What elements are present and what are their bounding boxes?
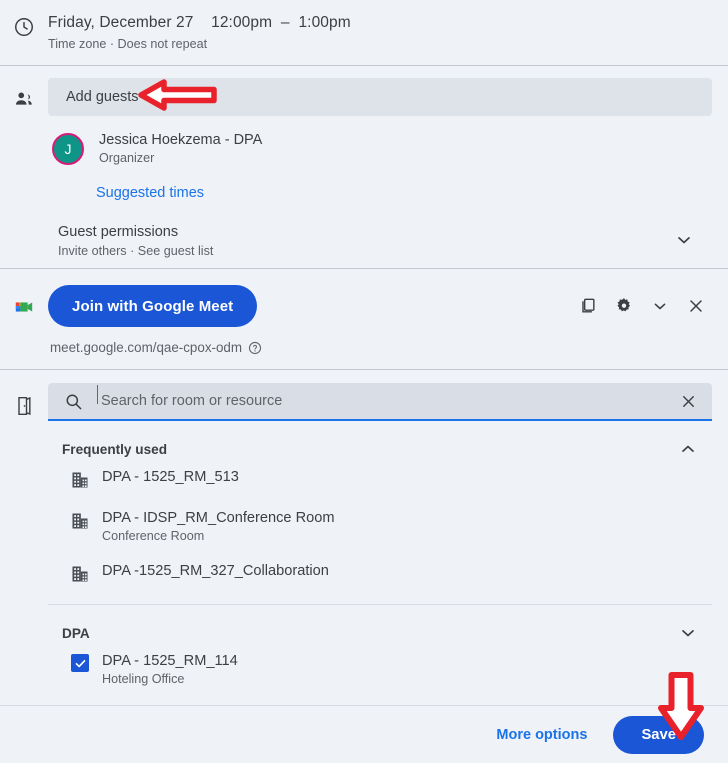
avatar: J (52, 132, 84, 165)
clock-icon (13, 16, 35, 51)
copy-icon[interactable] (578, 296, 598, 316)
group-header-frequently-used[interactable]: Frequently used (48, 421, 712, 459)
room-list-item[interactable]: DPA -1525_RM_327_Collaboration (48, 553, 712, 594)
building-icon (58, 510, 102, 531)
door-icon (14, 395, 34, 696)
meet-top-row: Join with Google Meet (48, 285, 714, 327)
guests-section: Add guests J Jessica Hoekzema - DPA Orga… (0, 66, 728, 268)
room-list-item[interactable]: DPA - 1525_RM_114 Hoteling Office (48, 643, 712, 696)
door-icon-gutter (0, 383, 48, 696)
join-google-meet-button[interactable]: Join with Google Meet (48, 285, 258, 327)
room-text: DPA - 1525_RM_114 Hoteling Office (102, 653, 238, 686)
room-name: DPA -1525_RM_327_Collaboration (102, 563, 329, 579)
group-title: DPA (62, 625, 90, 641)
chevron-down-icon[interactable] (650, 296, 670, 316)
add-guests-placeholder: Add guests (66, 89, 139, 105)
room-text: DPA - IDSP_RM_Conference Room Conference… (102, 510, 335, 543)
room-name: DPA - 1525_RM_513 (102, 469, 239, 485)
room-checkbox[interactable] (71, 654, 89, 672)
room-subtitle: Conference Room (102, 529, 205, 543)
search-input[interactable]: Search for room or resource (97, 385, 679, 409)
organizer-row[interactable]: J Jessica Hoekzema - DPA Organizer (48, 132, 712, 165)
add-guests-input[interactable]: Add guests (48, 78, 712, 116)
room-search-field[interactable]: Search for room or resource (48, 383, 712, 421)
chevron-up-icon[interactable] (678, 439, 698, 459)
event-editor-panel: Friday, December 27 12:00pm – 1:00pm Tim… (0, 0, 728, 763)
guest-permissions-title: Guest permissions (58, 224, 179, 240)
close-icon[interactable] (686, 296, 706, 316)
people-icon (13, 88, 35, 258)
suggested-times-link[interactable]: Suggested times (96, 185, 204, 201)
guest-permissions-subtitle: Invite others · See guest list (58, 244, 214, 258)
meet-actions (578, 296, 714, 316)
building-icon (58, 469, 102, 490)
organizer-text: Jessica Hoekzema - DPA Organizer (99, 132, 262, 165)
meet-icon-gutter (0, 285, 48, 355)
event-time-subtitle[interactable]: Time zone · Does not repeat (48, 37, 351, 51)
room-text: DPA -1525_RM_327_Collaboration (102, 563, 329, 579)
building-icon (58, 563, 102, 584)
event-datetime[interactable]: Friday, December 27 12:00pm – 1:00pm (48, 14, 351, 32)
people-icon-gutter (0, 78, 48, 258)
group-title: Frequently used (62, 441, 167, 457)
guest-permissions-text: Guest permissions Invite others · See gu… (58, 224, 213, 258)
search-icon (64, 392, 83, 411)
guests-body: Add guests J Jessica Hoekzema - DPA Orga… (48, 78, 728, 258)
save-button[interactable]: Save (613, 715, 704, 754)
google-meet-icon (13, 297, 35, 355)
room-list-item[interactable]: DPA - 1525_RM_513 (48, 459, 712, 500)
meet-link-text: meet.google.com/qae-cpox-odm (50, 340, 243, 355)
help-circle-icon[interactable] (248, 341, 262, 355)
room-name: DPA - 1525_RM_114 (102, 653, 238, 669)
room-section: Search for room or resource Frequently u… (0, 370, 728, 696)
room-name: DPA - IDSP_RM_Conference Room (102, 510, 335, 526)
text-caret (97, 385, 98, 404)
more-options-button[interactable]: More options (496, 727, 587, 743)
clear-search-icon[interactable] (679, 392, 698, 411)
clock-icon-gutter (0, 14, 48, 51)
organizer-name: Jessica Hoekzema - DPA (99, 132, 263, 148)
organizer-role: Organizer (99, 151, 155, 165)
time-section: Friday, December 27 12:00pm – 1:00pm Tim… (0, 0, 728, 65)
meet-section: Join with Google Meet meet.google.com/qa… (0, 269, 728, 369)
meet-link-row[interactable]: meet.google.com/qae-cpox-odm (48, 340, 714, 355)
room-text: DPA - 1525_RM_513 (102, 469, 239, 485)
time-text-block: Friday, December 27 12:00pm – 1:00pm Tim… (48, 14, 351, 51)
chevron-down-icon[interactable] (678, 623, 698, 643)
group-header-dpa[interactable]: DPA (48, 605, 712, 643)
room-list-item[interactable]: DPA - IDSP_RM_Conference Room Conference… (48, 500, 712, 553)
room-body: Search for room or resource Frequently u… (48, 383, 728, 696)
room-subtitle: Hoteling Office (102, 672, 185, 686)
gear-icon[interactable] (614, 296, 634, 316)
footer-bar: More options Save (0, 705, 728, 763)
checkbox-checked-icon[interactable] (58, 653, 102, 672)
guest-permissions-row[interactable]: Guest permissions Invite others · See gu… (48, 224, 712, 258)
meet-body: Join with Google Meet meet.google.com/qa… (48, 285, 728, 355)
chevron-down-icon[interactable] (674, 224, 712, 250)
